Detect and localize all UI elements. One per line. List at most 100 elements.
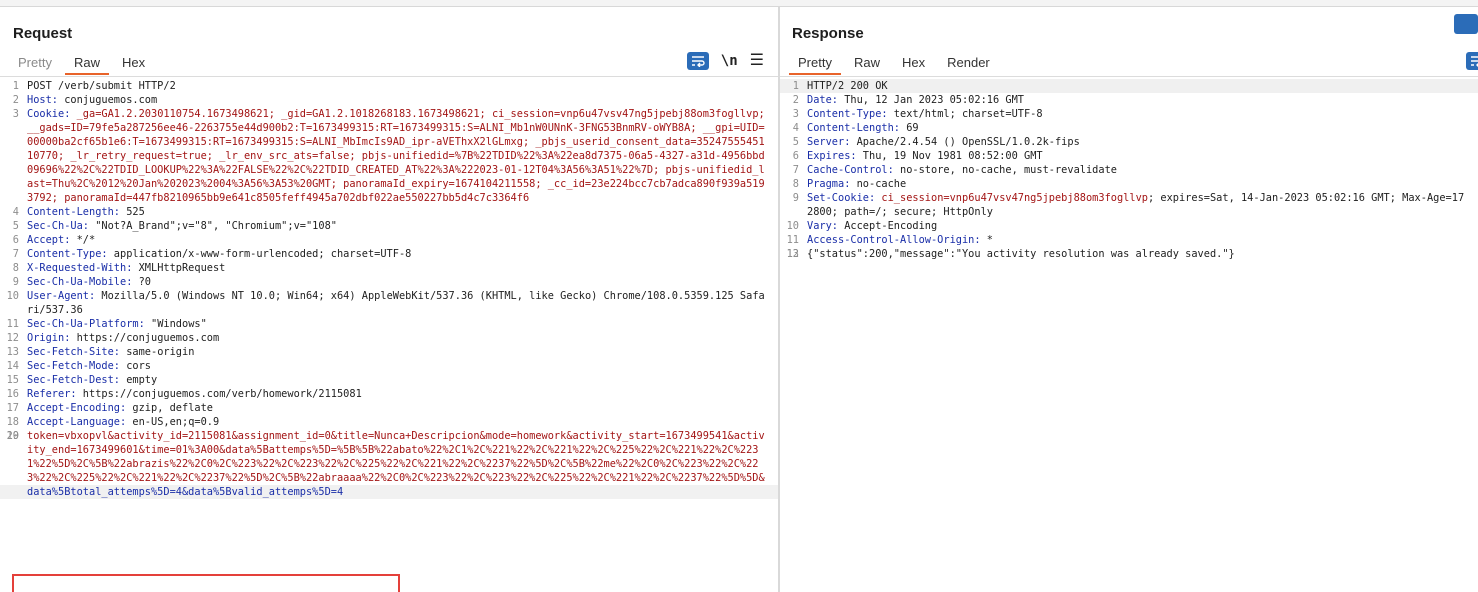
- request-tabs-divider: [0, 76, 778, 77]
- request-line[interactable]: 17 Accept-Encoding: gzip, deflate: [0, 401, 778, 415]
- request-line[interactable]: 16 Referer: https://conjuguemos.com/verb/…: [0, 387, 778, 401]
- response-line[interactable]: 6 Expires: Thu, 19 Nov 1981 08:52:00 GMT: [780, 149, 1478, 163]
- header-name: Accept-Language:: [27, 416, 127, 428]
- response-line[interactable]: 5 Server: Apache/2.4.54 () OpenSSL/1.0.2k…: [780, 135, 1478, 149]
- header-value: 525: [120, 206, 145, 218]
- response-line[interactable]: 3 Content-Type: text/html; charset=UTF-8: [780, 107, 1478, 121]
- header-value: */*: [70, 234, 96, 246]
- menu-icon[interactable]: ☰: [750, 53, 764, 69]
- header-value: ci_session=vnp6u47vsv47ng5jpebj88om3fogl…: [875, 192, 1148, 204]
- header-name: Content-Length:: [27, 206, 120, 218]
- request-line[interactable]: 6 Accept: */*: [0, 233, 778, 247]
- response-line[interactable]: 13 {"status":200,"message":"You activity …: [780, 247, 1478, 261]
- request-editor[interactable]: 1 POST /verb/submit HTTP/2 2 Host: conjugue…: [0, 79, 778, 592]
- request-line[interactable]: 13 Sec-Fetch-Site: same-origin: [0, 345, 778, 359]
- line-number: 14: [6, 360, 19, 372]
- response-line[interactable]: 2 Date: Thu, 12 Jan 2023 05:02:16 GMT: [780, 93, 1478, 107]
- request-line[interactable]: 4 Content-Length: 525: [0, 205, 778, 219]
- header-value: *: [980, 234, 993, 246]
- response-line[interactable]: 1 HTTP/2 200 OK: [780, 79, 1478, 93]
- newline-toggle-button[interactable]: \n: [721, 53, 738, 69]
- wrap-lines-icon[interactable]: [686, 52, 709, 70]
- header-value: cors: [120, 360, 151, 372]
- line-number: 1: [792, 80, 799, 92]
- header-name: X-Requested-With:: [27, 262, 133, 274]
- line-number: 10: [6, 290, 19, 302]
- request-line[interactable]: 10 User-Agent: Mozilla/5.0 (Windows NT 10…: [0, 289, 778, 317]
- request-line[interactable]: 11 Sec-Ch-Ua-Platform: "Windows": [0, 317, 778, 331]
- header-value: Accept-Encoding: [838, 220, 938, 232]
- header-name: Cookie:: [27, 108, 71, 120]
- line-number: 7: [792, 164, 799, 176]
- line-number: 15: [6, 374, 19, 386]
- line-text: {"status":200,"message":"You activity re…: [807, 248, 1235, 260]
- header-value: no-store, no-cache, must-revalidate: [893, 164, 1117, 176]
- header-value: 69: [900, 122, 919, 134]
- request-line[interactable]: 7 Content-Type: application/x-www-form-ur…: [0, 247, 778, 261]
- line-number: 4: [12, 206, 19, 218]
- response-line[interactable]: 8 Pragma: no-cache: [780, 177, 1478, 191]
- request-editor-toolbar: \n ☰: [686, 52, 764, 70]
- response-editor-toolbar: [1466, 52, 1478, 70]
- tab-request-hex[interactable]: Hex: [111, 54, 156, 75]
- header-value: Apache/2.4.54 () OpenSSL/1.0.2k-fips: [850, 136, 1080, 148]
- header-name: Expires:: [807, 150, 857, 162]
- request-line[interactable]: 3 Cookie: _ga=GA1.2.2030110754.1673498621…: [0, 107, 778, 205]
- tab-response-render[interactable]: Render: [936, 54, 1001, 75]
- request-line[interactable]: 15 Sec-Fetch-Dest: empty: [0, 373, 778, 387]
- header-value: Mozilla/5.0 (Windows NT 10.0; Win64; x64…: [27, 290, 765, 316]
- header-value: same-origin: [120, 346, 195, 358]
- request-line[interactable]: 14 Sec-Fetch-Mode: cors: [0, 359, 778, 373]
- tab-response-raw[interactable]: Raw: [843, 54, 891, 75]
- line-number: 12: [6, 332, 19, 344]
- response-line[interactable]: 4 Content-Length: 69: [780, 121, 1478, 135]
- header-value: text/html; charset=UTF-8: [887, 108, 1043, 120]
- header-name: Sec-Fetch-Dest:: [27, 374, 120, 386]
- line-number: 11: [6, 318, 19, 330]
- header-name: Sec-Ch-Ua-Platform:: [27, 318, 145, 330]
- line-number: 10: [786, 220, 799, 232]
- header-name: Sec-Ch-Ua:: [27, 220, 89, 232]
- line-number: 18: [6, 416, 19, 428]
- request-line[interactable]: 1 POST /verb/submit HTTP/2: [0, 79, 778, 93]
- response-line[interactable]: 7 Cache-Control: no-store, no-cache, must…: [780, 163, 1478, 177]
- tab-response-pretty[interactable]: Pretty: [787, 54, 843, 75]
- request-line[interactable]: 8 X-Requested-With: XMLHttpRequest: [0, 261, 778, 275]
- header-name: Accept-Encoding:: [27, 402, 127, 414]
- line-number: 6: [12, 234, 19, 246]
- tab-response-hex[interactable]: Hex: [891, 54, 936, 75]
- line-number: 3: [12, 108, 19, 120]
- response-line[interactable]: 10 Vary: Accept-Encoding: [780, 219, 1478, 233]
- top-toolbar-strip: [0, 0, 1478, 7]
- line-number: 4: [792, 122, 799, 134]
- wrap-lines-icon[interactable]: [1466, 52, 1478, 70]
- header-value: Thu, 12 Jan 2023 05:02:16 GMT: [838, 94, 1024, 106]
- header-value: Thu, 19 Nov 1981 08:52:00 GMT: [856, 150, 1043, 162]
- request-line[interactable]: 18 Accept-Language: en-US,en;q=0.9: [0, 415, 778, 429]
- request-line[interactable]: 20 token=vbxopvl&activity_id=2115081&assi…: [0, 429, 778, 485]
- layout-toggle-icon[interactable]: [1454, 14, 1478, 34]
- header-name: Access-Control-Allow-Origin:: [807, 234, 981, 246]
- request-line[interactable]: data%5Btotal_attemps%5D=4&data%5Bvalid_a…: [0, 485, 778, 499]
- header-value: gzip, deflate: [126, 402, 213, 414]
- request-line[interactable]: 9 Sec-Ch-Ua-Mobile: ?0: [0, 275, 778, 289]
- request-title: Request: [13, 25, 73, 42]
- request-line[interactable]: 5 Sec-Ch-Ua: "Not?A_Brand";v="8", "Chromi…: [0, 219, 778, 233]
- tab-request-pretty[interactable]: Pretty: [7, 54, 63, 75]
- request-line[interactable]: 2 Host: conjuguemos.com: [0, 93, 778, 107]
- tab-request-raw[interactable]: Raw: [63, 54, 111, 75]
- response-line[interactable]: 11 Access-Control-Allow-Origin: *: [780, 233, 1478, 247]
- header-name: Sec-Fetch-Mode:: [27, 360, 120, 372]
- line-number: 13: [6, 346, 19, 358]
- line-number: 1: [12, 80, 19, 92]
- response-editor[interactable]: 1 HTTP/2 200 OK 2 Date: Thu, 12 Jan 2023 05…: [780, 79, 1478, 592]
- header-value: "Windows": [144, 318, 207, 330]
- request-line[interactable]: 12 Origin: https://conjuguemos.com: [0, 331, 778, 345]
- response-line[interactable]: 9 Set-Cookie: ci_session=vnp6u47vsv47ng5j…: [780, 191, 1478, 219]
- header-value: https://conjuguemos.com: [70, 332, 220, 344]
- header-value: conjuguemos.com: [58, 94, 158, 106]
- line-text: POST /verb/submit HTTP/2: [27, 80, 176, 92]
- header-name: Server:: [807, 136, 851, 148]
- line-number: 7: [12, 248, 19, 260]
- header-name: Content-Type:: [807, 108, 888, 120]
